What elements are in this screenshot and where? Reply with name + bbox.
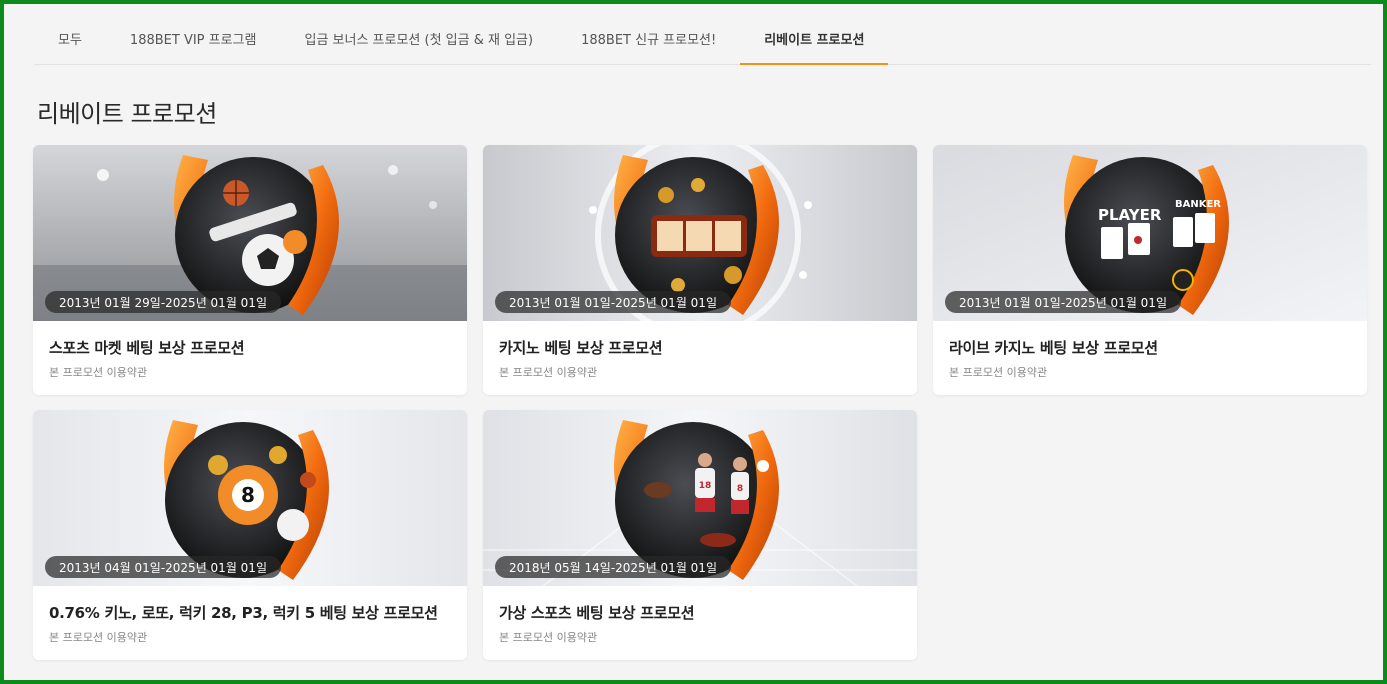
promo-card-virtual-sports[interactable]: 18 8 2018년 05월 14일-2025년 01월 01일 가상 스포츠 …	[483, 410, 917, 660]
tab-vip-program[interactable]: 188BET VIP 프로그램	[106, 12, 281, 64]
promo-title[interactable]: 가상 스포츠 베팅 보상 프로모션	[499, 602, 901, 623]
promo-banner: 8 2013년 04월 01일-2025년 01월 01일	[33, 410, 467, 586]
svg-text:18: 18	[699, 481, 712, 491]
promo-banner: 18 8 2018년 05월 14일-2025년 01월 01일	[483, 410, 917, 586]
promo-terms-link[interactable]: 본 프로모션 이용약관	[49, 364, 451, 380]
tab-all[interactable]: 모두	[34, 12, 106, 64]
promo-date-range: 2018년 05월 14일-2025년 01월 01일	[495, 556, 731, 578]
tab-new-promotion[interactable]: 188BET 신규 프로모션!	[557, 12, 740, 64]
promo-banner: 2013년 01월 01일-2025년 01월 01일	[483, 145, 917, 321]
promo-terms-link[interactable]: 본 프로모션 이용약관	[499, 629, 901, 645]
promo-title[interactable]: 0.76% 키노, 로또, 럭키 28, P3, 럭키 5 베팅 보상 프로모션	[49, 602, 451, 623]
promo-terms-link[interactable]: 본 프로모션 이용약관	[499, 364, 901, 380]
svg-text:8: 8	[737, 484, 743, 494]
svg-text:PLAYER: PLAYER	[1098, 206, 1162, 224]
promo-date-range: 2013년 04월 01일-2025년 01월 01일	[45, 556, 281, 578]
promo-title[interactable]: 라이브 카지노 베팅 보상 프로모션	[949, 337, 1351, 358]
page-frame: 모두 188BET VIP 프로그램 입금 보너스 프로모션 (첫 입금 & 재…	[0, 0, 1387, 684]
promotion-tabs: 모두 188BET VIP 프로그램 입금 보너스 프로모션 (첫 입금 & 재…	[34, 12, 1371, 65]
promo-title[interactable]: 스포츠 마켓 베팅 보상 프로모션	[49, 337, 451, 358]
svg-text:8: 8	[241, 483, 255, 507]
promo-banner: 2013년 01월 29일-2025년 01월 01일	[33, 145, 467, 321]
promo-card-live-casino[interactable]: PLAYER BANKER 2013년 01월 01일-2025년 01월 01…	[933, 145, 1367, 395]
promo-card-casino[interactable]: 2013년 01월 01일-2025년 01월 01일 카지노 베팅 보상 프로…	[483, 145, 917, 395]
tab-deposit-bonus[interactable]: 입금 보너스 프로모션 (첫 입금 & 재 입금)	[280, 12, 557, 64]
svg-text:BANKER: BANKER	[1175, 199, 1221, 210]
promo-banner: PLAYER BANKER 2013년 01월 01일-2025년 01월 01…	[933, 145, 1367, 321]
promo-date-range: 2013년 01월 01일-2025년 01월 01일	[495, 291, 731, 313]
promo-card-keno-lotto[interactable]: 8 2013년 04월 01일-2025년 01월 01일 0.76% 키노, …	[33, 410, 467, 660]
tab-rebate-promotion[interactable]: 리베이트 프로모션	[740, 12, 889, 65]
promo-card-sports[interactable]: 2013년 01월 29일-2025년 01월 01일 스포츠 마켓 베팅 보상…	[33, 145, 467, 395]
page-title: 리베이트 프로모션	[37, 100, 217, 128]
promo-terms-link[interactable]: 본 프로모션 이용약관	[949, 364, 1351, 380]
promo-date-range: 2013년 01월 01일-2025년 01월 01일	[945, 291, 1181, 313]
promo-terms-link[interactable]: 본 프로모션 이용약관	[49, 629, 451, 645]
promo-date-range: 2013년 01월 29일-2025년 01월 01일	[45, 291, 281, 313]
promo-title[interactable]: 카지노 베팅 보상 프로모션	[499, 337, 901, 358]
